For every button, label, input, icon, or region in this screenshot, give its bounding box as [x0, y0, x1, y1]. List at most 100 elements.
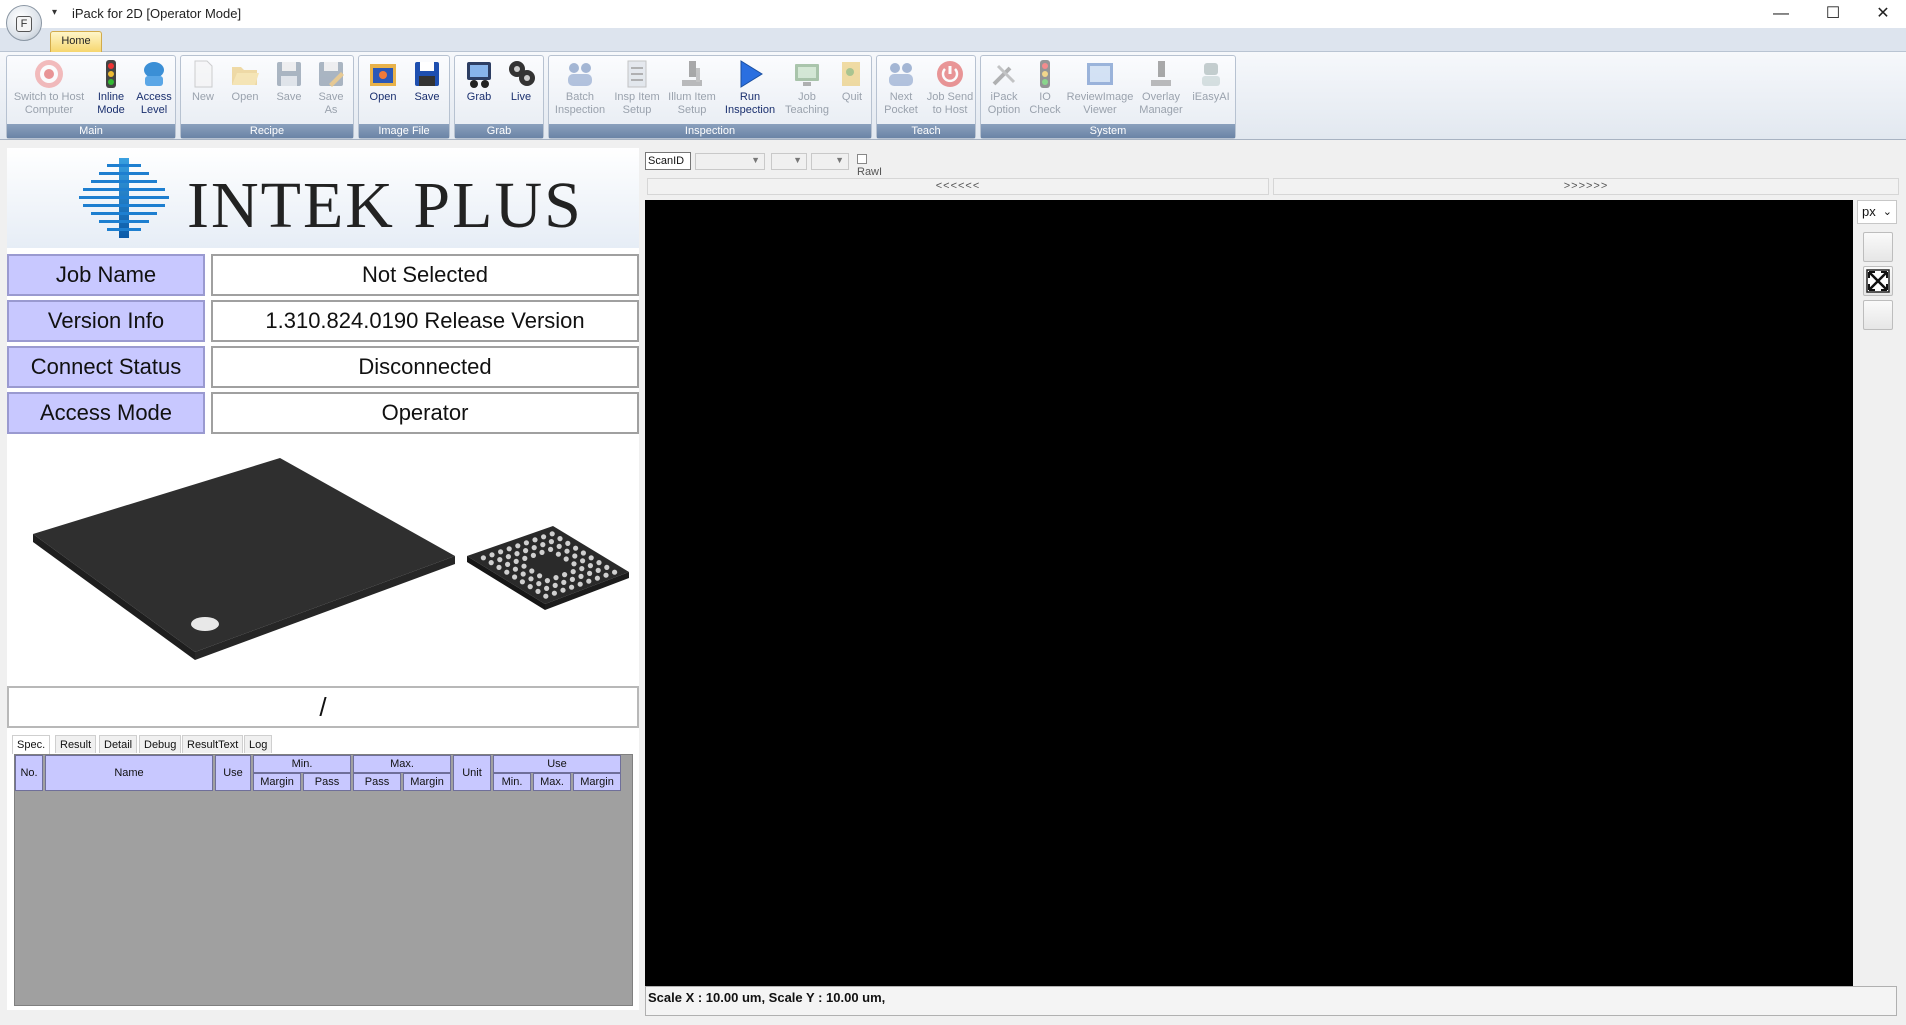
col-header-use-margin[interactable]: Margin [573, 773, 621, 791]
col-header-no[interactable]: No. [15, 755, 43, 791]
new-recipe-button[interactable]: New [185, 58, 221, 124]
run-inspection-button[interactable]: Run Inspection [721, 58, 779, 124]
next-image-button[interactable]: >>>>>> [1273, 178, 1899, 195]
pan-tool-button[interactable] [1863, 300, 1893, 330]
zoom-tool-button[interactable] [1863, 232, 1893, 262]
close-button[interactable]: ✕ [1860, 0, 1906, 28]
chevron-down-icon: ▼ [835, 155, 844, 165]
col-header-unit[interactable]: Unit [453, 755, 491, 791]
ipack-option-label-1: iPack [990, 91, 1018, 103]
ribbon-group-teach: Next Pocket Job Send to Host Teach [876, 55, 976, 139]
overlay-manager-label-2: Manager [1139, 104, 1183, 116]
col-header-max-margin[interactable]: Margin [403, 773, 451, 791]
tab-home[interactable]: Home [50, 31, 102, 52]
people-group-icon [564, 58, 596, 90]
col-header-use[interactable]: Use [215, 755, 251, 791]
quit-button[interactable]: Quit [833, 58, 871, 124]
tab-log[interactable]: Log [244, 735, 273, 753]
floppy-disk-icon [273, 58, 305, 90]
ribbon-group-main: Switch to Host Computer Inline Mode Acce… [6, 55, 176, 139]
access-mode-row: Access Mode Operator [7, 392, 639, 434]
col-header-max-pass[interactable]: Pass [353, 773, 401, 791]
fit-to-window-button[interactable] [1863, 266, 1893, 296]
ipack-option-button[interactable]: iPack Option [983, 58, 1025, 124]
illum-item-label-2: Setup [677, 104, 707, 116]
scan-id-field[interactable]: ScanID [645, 152, 691, 170]
people-next-icon [885, 58, 917, 90]
open-image-button[interactable]: Open [363, 58, 403, 124]
ieasyai-label: iEasyAI [1192, 91, 1230, 103]
view-select-dropdown[interactable]: ▼ [811, 153, 849, 170]
inline-mode-button[interactable]: Inline Mode [91, 58, 131, 124]
insp-item-label-1: Insp Item [614, 91, 660, 103]
folder-open-icon [229, 58, 261, 90]
job-teaching-button[interactable]: Job Teaching [781, 58, 833, 124]
col-header-use-max[interactable]: Max. [533, 773, 571, 791]
access-level-label-2: Level [140, 104, 168, 116]
switch-to-host-label-2: Computer [24, 104, 74, 116]
next-pocket-button[interactable]: Next Pocket [879, 58, 923, 124]
switch-to-host-button[interactable]: Switch to Host Computer [9, 58, 89, 124]
live-label: Live [510, 91, 532, 103]
quick-access-dropdown-icon[interactable]: ▾ [52, 7, 57, 18]
tab-result[interactable]: Result [55, 735, 97, 753]
illum-item-setup-button[interactable]: Illum Item Setup [665, 58, 719, 124]
access-level-button[interactable]: Access Level [133, 58, 175, 124]
col-header-use-min[interactable]: Min. [493, 773, 531, 791]
traffic-light-icon [95, 58, 127, 90]
ribbon-body: Switch to Host Computer Inline Mode Acce… [0, 52, 1906, 140]
connect-status-value: Disconnected [211, 346, 639, 388]
power-icon [934, 58, 966, 90]
col-header-min-margin[interactable]: Margin [253, 773, 301, 791]
col-header-min-pass[interactable]: Pass [303, 773, 351, 791]
col-header-name[interactable]: Name [45, 755, 213, 791]
chevron-down-icon: ⌄ [1882, 206, 1892, 218]
grab-button[interactable]: Grab [459, 58, 499, 124]
batch-inspection-button[interactable]: Batch Inspection [551, 58, 609, 124]
open-recipe-button[interactable]: Open [225, 58, 265, 124]
insp-item-setup-button[interactable]: Insp Item Setup [611, 58, 663, 124]
image-viewer-canvas[interactable] [645, 200, 1853, 986]
live-button[interactable]: Live [501, 58, 541, 124]
rawi-label: RawI [857, 166, 883, 178]
save-image-button[interactable]: Save [407, 58, 447, 124]
review-image-viewer-button[interactable]: ReviewImage Viewer [1065, 58, 1135, 124]
illum-item-label-1: Illum Item [668, 91, 716, 103]
io-check-label-2: Check [1029, 104, 1061, 116]
io-check-button[interactable]: IO Check [1027, 58, 1063, 124]
review-viewer-label-1: ReviewImage [1066, 91, 1134, 103]
maximize-button[interactable]: ☐ [1810, 0, 1856, 28]
tab-debug[interactable]: Debug [139, 735, 182, 753]
image-viewer-icon [1084, 58, 1116, 90]
ieasyai-button[interactable]: iEasyAI [1189, 58, 1233, 124]
inline-mode-label-1: Inline [97, 91, 125, 103]
save-recipe-button[interactable]: Save [269, 58, 309, 124]
job-teaching-label-2: Teaching [784, 104, 830, 116]
checkbox-icon [857, 154, 867, 164]
tab-resulttext[interactable]: ResultText [182, 735, 244, 753]
previous-image-button[interactable]: <<<<<< [647, 178, 1269, 195]
grab-label: Grab [466, 91, 492, 103]
group-label-image-file: Image File [359, 124, 449, 138]
minimize-button[interactable]: — [1758, 0, 1804, 28]
group-label-system: System [981, 124, 1235, 138]
scan-select-dropdown[interactable]: ▼ [695, 153, 765, 170]
quit-label: Quit [841, 91, 863, 103]
application-menu-button[interactable]: F [6, 5, 42, 41]
group-label-grab: Grab [455, 124, 543, 138]
window-title: iPack for 2D [Operator Mode] [72, 6, 242, 21]
camera-grab-icon [463, 58, 495, 90]
app-menu-icon: F [16, 16, 32, 32]
unit-select[interactable]: px ⌄ [1857, 200, 1897, 224]
tab-detail[interactable]: Detail [99, 735, 138, 753]
spec-table[interactable]: No. Name Use Min. Margin Pass Max. Pass … [14, 754, 633, 1006]
tab-spec[interactable]: Spec. [12, 735, 51, 754]
job-send-to-host-button[interactable]: Job Send to Host [925, 58, 975, 124]
overlay-manager-button[interactable]: Overlay Manager [1135, 58, 1187, 124]
insp-item-label-2: Setup [622, 104, 652, 116]
channel-select-dropdown[interactable]: ▼ [771, 153, 807, 170]
rawi-checkbox[interactable]: RawI [857, 154, 882, 178]
exit-icon [836, 58, 868, 90]
job-send-label-1: Job Send [926, 91, 974, 103]
save-as-recipe-button[interactable]: Save As [311, 58, 351, 124]
